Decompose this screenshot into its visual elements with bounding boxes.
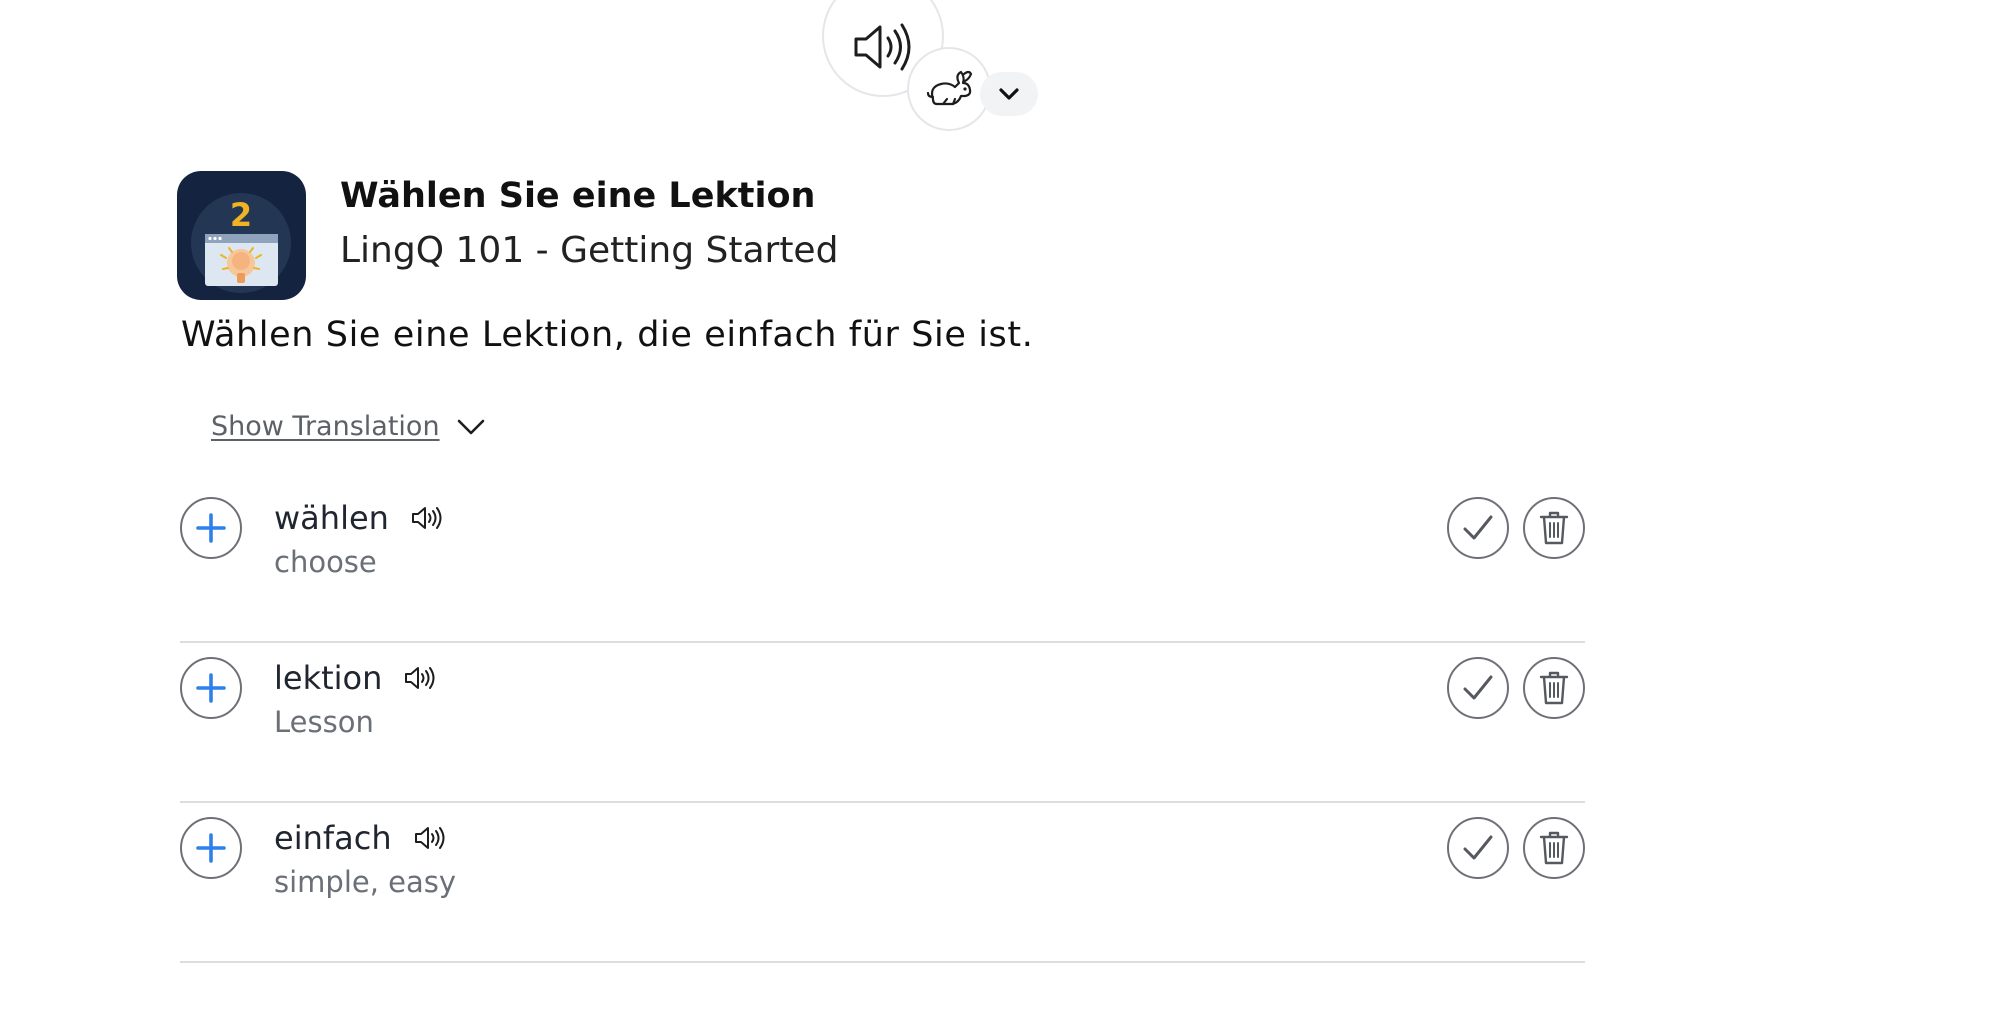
add-lingq-button[interactable] xyxy=(180,497,242,559)
course-name[interactable]: LingQ 101 - Getting Started xyxy=(340,230,838,271)
plus-icon xyxy=(196,673,226,703)
word-row: wählen choose xyxy=(180,481,1585,643)
plus-icon xyxy=(196,833,226,863)
speaker-icon[interactable] xyxy=(414,825,446,851)
delete-button[interactable] xyxy=(1523,817,1585,879)
course-number: 2 xyxy=(230,196,252,234)
mark-known-button[interactable] xyxy=(1447,817,1509,879)
rabbit-icon xyxy=(926,70,973,106)
checkmark-icon xyxy=(1463,835,1493,860)
word-hint[interactable]: choose xyxy=(274,545,377,579)
word-row: lektion Lesson xyxy=(180,641,1585,803)
word-row: einfach simple, easy xyxy=(180,801,1585,963)
checkmark-icon xyxy=(1463,515,1493,540)
word-term[interactable]: wählen xyxy=(274,499,389,537)
word-hint[interactable]: simple, easy xyxy=(274,865,456,899)
trash-icon xyxy=(1539,831,1569,865)
delete-button[interactable] xyxy=(1523,657,1585,719)
chevron-down-icon xyxy=(457,419,484,434)
course-image: 2 xyxy=(177,171,306,300)
trash-icon xyxy=(1539,511,1569,545)
word-term[interactable]: einfach xyxy=(274,819,392,857)
add-lingq-button[interactable] xyxy=(180,817,242,879)
show-translation-toggle[interactable]: Show Translation xyxy=(211,411,486,442)
add-lingq-button[interactable] xyxy=(180,657,242,719)
trash-icon xyxy=(1539,671,1569,705)
speaker-icon[interactable] xyxy=(404,665,436,691)
speaker-icon[interactable] xyxy=(411,505,443,531)
lesson-sentence[interactable]: Wählen Sie eine Lektion, die einfach für… xyxy=(181,315,1033,355)
chevron-down-icon xyxy=(999,88,1019,100)
mark-known-button[interactable] xyxy=(1447,497,1509,559)
show-translation-label[interactable]: Show Translation xyxy=(211,411,440,442)
playback-speed-button[interactable] xyxy=(907,47,991,131)
speaker-icon xyxy=(854,23,911,71)
word-term[interactable]: lektion xyxy=(274,659,382,697)
delete-button[interactable] xyxy=(1523,497,1585,559)
word-hint[interactable]: Lesson xyxy=(274,705,374,739)
lesson-title: Wählen Sie eine Lektion xyxy=(340,176,816,216)
speed-dropdown-toggle[interactable] xyxy=(980,72,1038,116)
plus-icon xyxy=(196,513,226,543)
mark-known-button[interactable] xyxy=(1447,657,1509,719)
checkmark-icon xyxy=(1463,675,1493,700)
